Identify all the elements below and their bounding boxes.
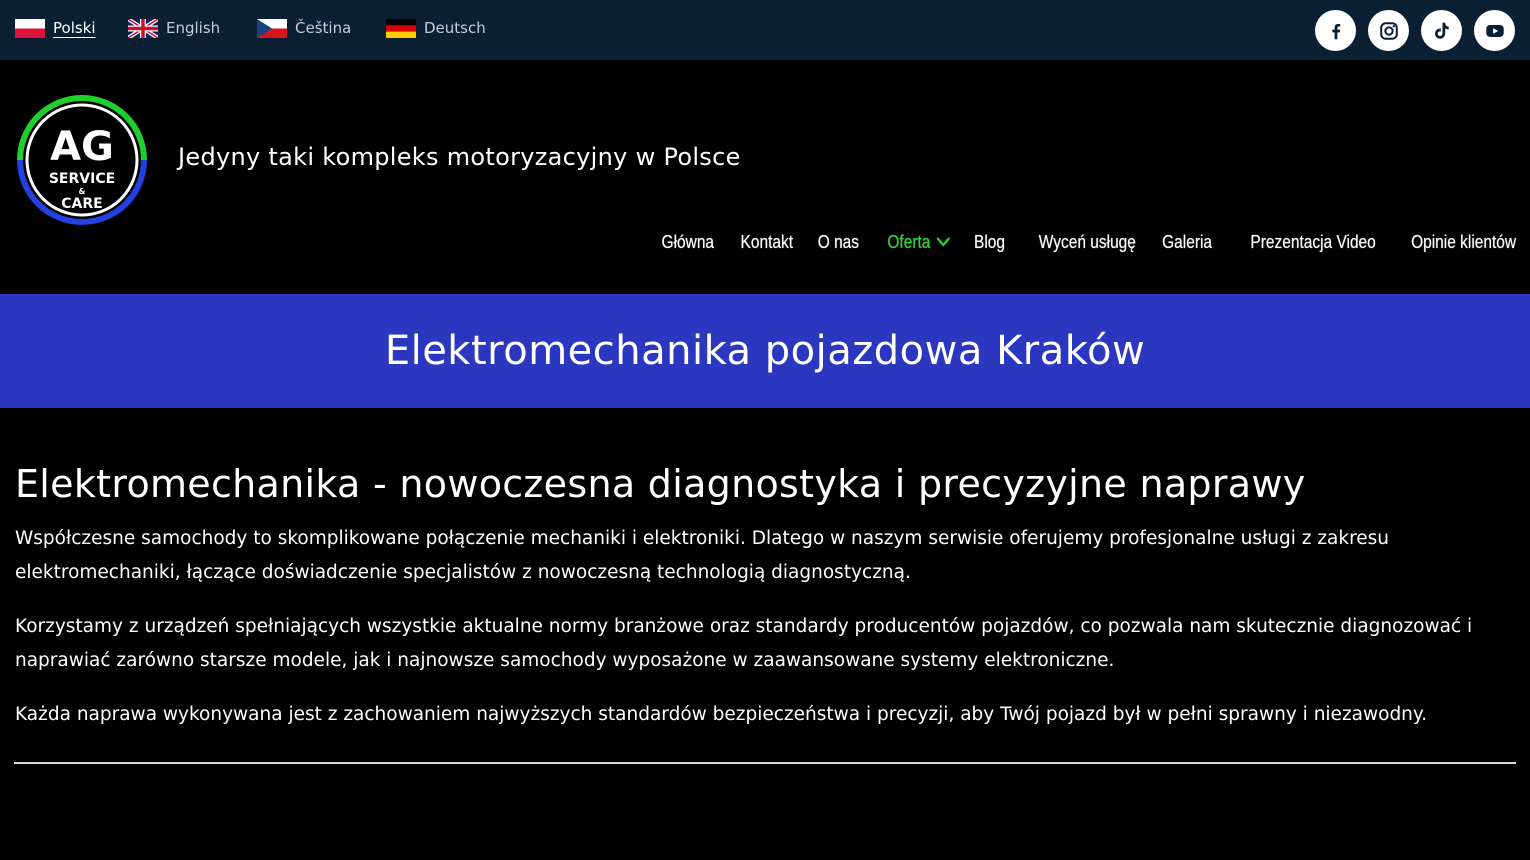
- instagram-link[interactable]: [1368, 10, 1409, 51]
- lang-label: Čeština: [295, 19, 352, 37]
- svg-text:SERVICE: SERVICE: [49, 171, 115, 187]
- lang-deutsch[interactable]: Deutsch: [386, 0, 486, 56]
- paragraph: Korzystamy z urządzeń spełniających wszy…: [15, 616, 1473, 671]
- main-nav: Główna Kontakt O nas Oferta Blog Wyceń u…: [653, 226, 1516, 258]
- tiktok-icon: [1434, 22, 1449, 39]
- divider: [14, 762, 1516, 764]
- top-bar: Polski English Čeština Deutsch: [0, 0, 1530, 60]
- lang-cestina[interactable]: Čeština: [257, 0, 351, 56]
- de-flag-icon: [386, 18, 416, 38]
- paragraph: Współczesne samochody to skomplikowane p…: [15, 528, 1390, 583]
- section-heading: Elektromechanika - nowoczesna diagnostyk…: [15, 462, 1306, 506]
- youtube-link[interactable]: [1474, 10, 1515, 51]
- nav-item-oferta[interactable]: Oferta: [888, 232, 952, 253]
- instagram-icon: [1379, 21, 1398, 40]
- nav-item-galeria[interactable]: Galeria: [1162, 232, 1212, 253]
- nav-item-opinie-klientow[interactable]: Opinie klientów: [1411, 232, 1516, 253]
- lang-label: Deutsch: [424, 19, 486, 37]
- lang-english[interactable]: English: [128, 0, 220, 56]
- page-title: Elektromechanika pojazdowa Kraków: [384, 328, 1146, 374]
- nav-item-o-nas[interactable]: O nas: [818, 232, 859, 253]
- svg-text:&: &: [79, 187, 86, 196]
- svg-text:AG: AG: [50, 124, 114, 170]
- nav-item-kontakt[interactable]: Kontakt: [741, 232, 794, 253]
- facebook-icon: [1331, 23, 1340, 39]
- lang-polski[interactable]: Polski: [15, 0, 96, 56]
- nav-item-blog[interactable]: Blog: [974, 232, 1005, 253]
- nav-item-label: Oferta: [887, 231, 931, 252]
- facebook-link[interactable]: [1315, 10, 1356, 51]
- nav-item-wycen-usluge[interactable]: Wyceń usługę: [1039, 232, 1136, 253]
- cz-flag-icon: [257, 18, 287, 38]
- tiktok-link[interactable]: [1421, 10, 1462, 51]
- page-banner: Elektromechanika pojazdowa Kraków: [0, 294, 1530, 408]
- nav-item-glowna[interactable]: Główna: [662, 232, 714, 253]
- nav-item-prezentacja-video[interactable]: Prezentacja Video: [1251, 232, 1376, 253]
- chevron-down-icon: [936, 237, 951, 247]
- paragraph: Każda naprawa wykonywana jest z zachowan…: [15, 704, 1428, 725]
- site-tagline: Jedyny taki kompleks motoryzacyjny w Pol…: [178, 143, 741, 171]
- svg-text:CARE: CARE: [61, 196, 102, 212]
- lang-label: Polski: [53, 19, 96, 37]
- lang-label: English: [166, 19, 221, 37]
- pl-flag-icon: [15, 18, 45, 38]
- youtube-icon: [1485, 24, 1504, 37]
- uk-flag-icon: [128, 18, 158, 38]
- main-content: Elektromechanika - nowoczesna diagnostyk…: [15, 462, 1517, 752]
- ag-service-care-logo[interactable]: AG SERVICE & CARE: [14, 92, 150, 228]
